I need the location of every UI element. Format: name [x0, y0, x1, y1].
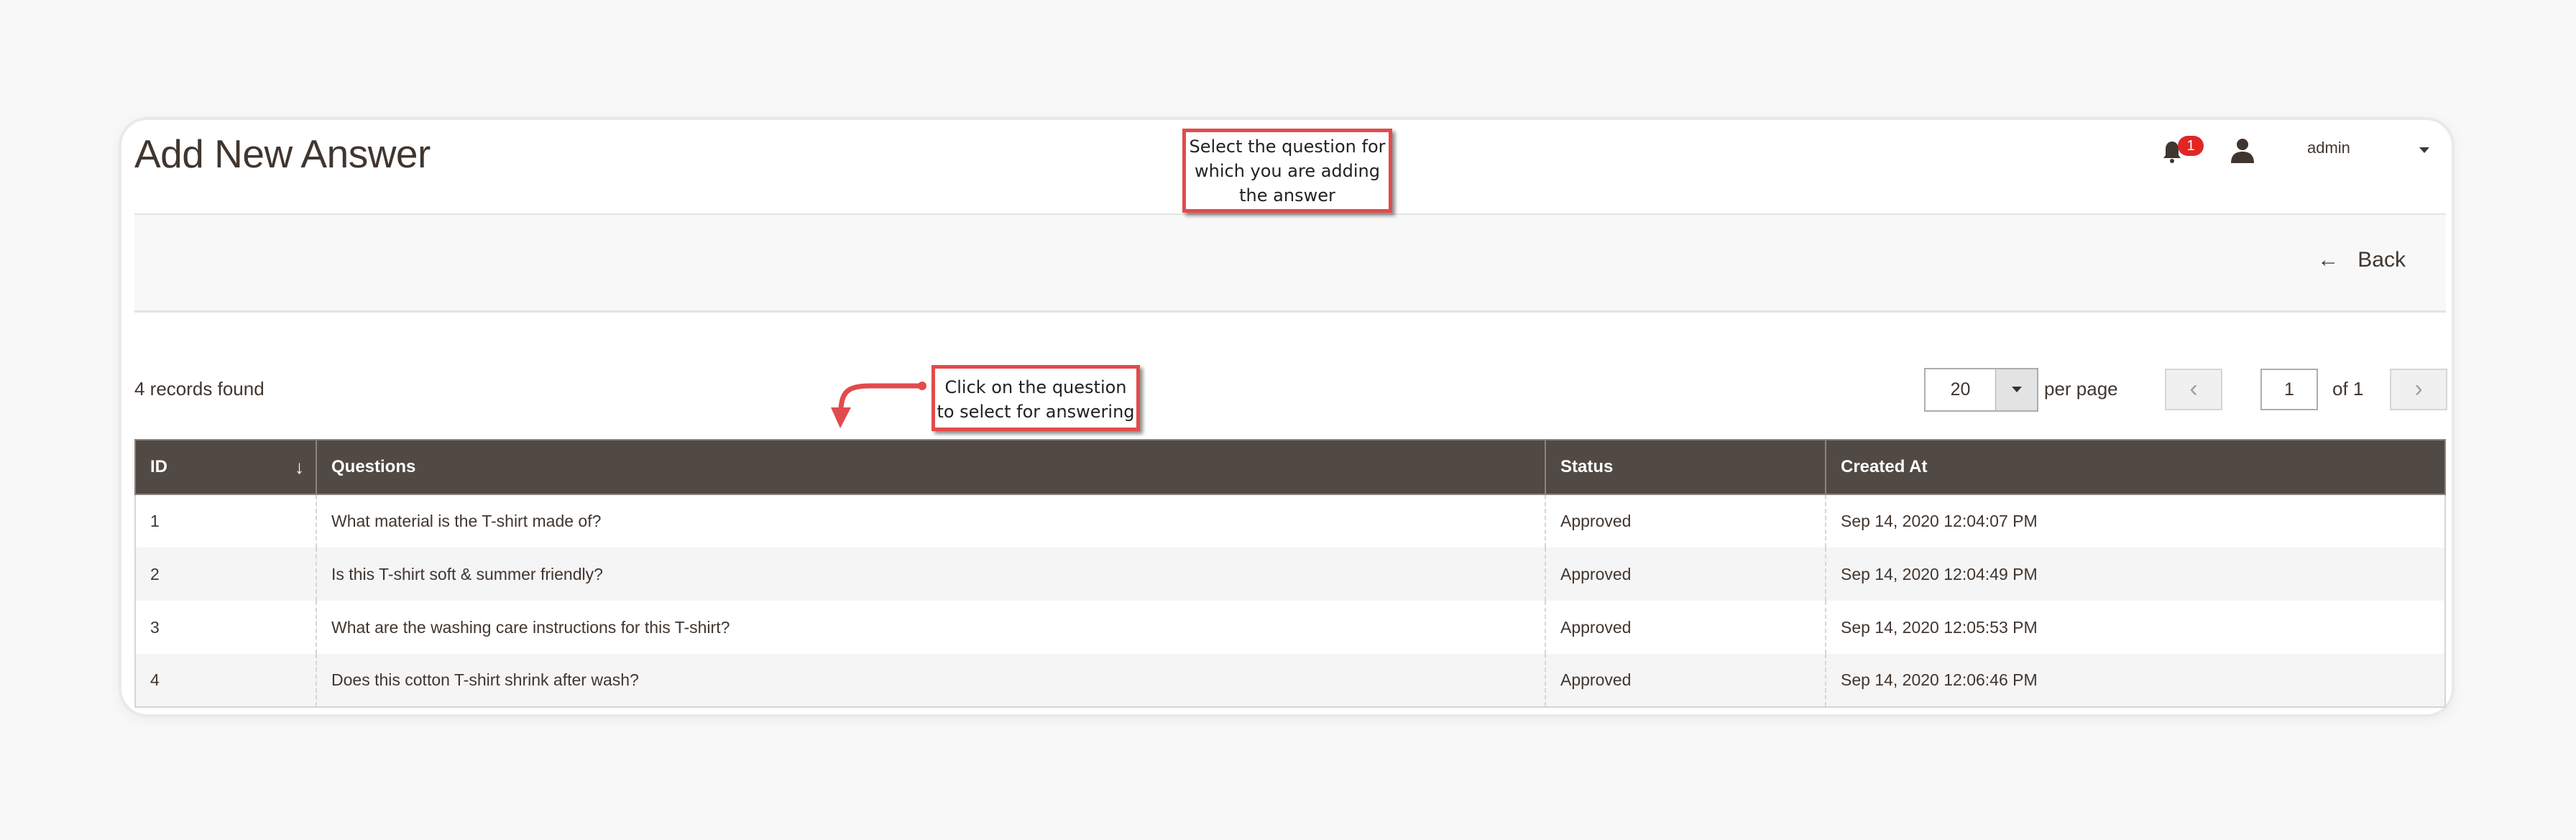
cell-question[interactable]: What material is the T-shirt made of? — [316, 494, 1545, 548]
per-page-dropdown-toggle[interactable] — [1995, 369, 2037, 410]
cell-created-at: Sep 14, 2020 12:06:46 PM — [1825, 654, 2445, 707]
cell-created-at: Sep 14, 2020 12:04:07 PM — [1825, 494, 2445, 548]
column-header-questions[interactable]: Questions — [316, 439, 1546, 495]
user-icon[interactable] — [2230, 137, 2255, 163]
annotation-callout-select-question: Select the question for which you are ad… — [1182, 129, 1392, 213]
cell-id: 1 — [135, 494, 316, 548]
cell-question[interactable]: Does this cotton T-shirt shrink after wa… — [316, 654, 1545, 707]
annotation-callout-click-question: Click on the question to select for answ… — [932, 365, 1140, 431]
caret-down-icon[interactable] — [2419, 147, 2429, 153]
cell-created-at: Sep 14, 2020 12:05:53 PM — [1825, 601, 2445, 654]
table-row[interactable]: 2 Is this T-shirt soft & summer friendly… — [135, 548, 2445, 601]
grid-header-row: ID ↓ Questions Status Created At — [134, 439, 2446, 495]
per-page-label: per page — [2044, 378, 2118, 400]
arrow-left-icon: ← — [2317, 248, 2340, 272]
records-found: 4 records found — [134, 378, 264, 400]
cell-id: 3 — [135, 601, 316, 654]
table-row[interactable]: 4 Does this cotton T-shirt shrink after … — [135, 654, 2445, 707]
per-page-value: 20 — [1950, 379, 1971, 400]
cell-status: Approved — [1545, 601, 1826, 654]
column-header-status[interactable]: Status — [1545, 439, 1826, 495]
back-button[interactable]: ← Back — [2317, 248, 2406, 272]
per-page-select[interactable]: 20 — [1924, 368, 2038, 412]
cell-status: Approved — [1545, 548, 1826, 601]
notification-count-badge: 1 — [2178, 136, 2204, 156]
table-row[interactable]: 3 What are the washing care instructions… — [135, 601, 2445, 654]
cell-question[interactable]: Is this T-shirt soft & summer friendly? — [316, 548, 1545, 601]
current-page-input[interactable]: 1 — [2260, 369, 2318, 410]
cell-id: 4 — [135, 654, 316, 707]
cell-created-at: Sep 14, 2020 12:04:49 PM — [1825, 548, 2445, 601]
cell-status: Approved — [1545, 654, 1826, 707]
header-actions: 1 admin — [2149, 133, 2444, 169]
cell-question[interactable]: What are the washing care instructions f… — [316, 601, 1545, 654]
annotation-arrow-icon — [831, 382, 926, 428]
previous-page-button[interactable]: ‹ — [2165, 369, 2222, 410]
cell-status: Approved — [1545, 494, 1826, 548]
page-title: Add New Answer — [134, 131, 431, 176]
column-header-id[interactable]: ID ↓ — [134, 439, 317, 495]
cell-id: 2 — [135, 548, 316, 601]
table-row[interactable]: 1 What material is the T-shirt made of? … — [135, 494, 2445, 548]
column-header-created-at[interactable]: Created At — [1826, 439, 2446, 495]
page-actions-bar: ← Back — [134, 213, 2446, 313]
admin-username[interactable]: admin — [2307, 139, 2350, 157]
questions-grid: ID ↓ Questions Status Created At 1 What … — [134, 439, 2446, 708]
total-pages-label: of 1 — [2332, 378, 2364, 400]
next-page-button[interactable]: › — [2390, 369, 2447, 410]
back-button-label: Back — [2358, 248, 2406, 272]
sort-descending-icon: ↓ — [295, 456, 304, 478]
